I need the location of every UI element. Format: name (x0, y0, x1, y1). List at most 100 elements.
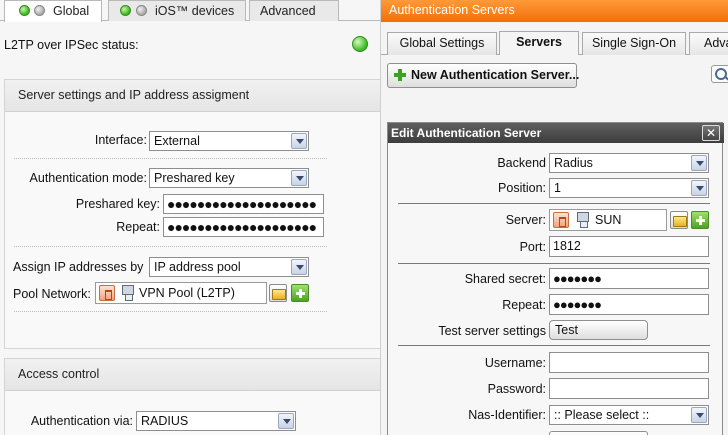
assign-ip-select[interactable]: IP address pool (149, 257, 309, 277)
status-grey-icon (136, 5, 147, 16)
status-green-icon (19, 5, 30, 16)
tab-global[interactable]: Global (4, 0, 102, 22)
close-icon[interactable]: ✕ (702, 125, 720, 141)
tab-ios-devices[interactable]: iOS™ devices (108, 0, 246, 21)
partial-button[interactable] (549, 431, 648, 435)
interface-value: External (154, 134, 200, 148)
new-auth-server-label: New Authentication Server... (411, 68, 580, 82)
pool-network-value: VPN Pool (L2TP) (139, 286, 235, 300)
folder-icon[interactable] (269, 284, 287, 302)
server-settings-section: Server settings and IP address assigment… (4, 79, 380, 349)
tab-advanced[interactable]: Advanced (249, 0, 339, 21)
status-grey-icon (34, 5, 45, 16)
edit-auth-server-dialog: Edit Authentication Server ✕ Backend Rad… (387, 122, 724, 435)
add-icon[interactable] (291, 284, 309, 302)
divider (398, 345, 710, 346)
nas-identifier-select[interactable]: :: Please select :: (549, 405, 709, 425)
tab-global-label: Global (53, 4, 90, 18)
nas-identifier-label: Nas-Identifier: (468, 408, 546, 422)
trash-icon[interactable] (553, 212, 569, 228)
test-server-label: Test server settings (438, 324, 546, 338)
l2tp-status-label: L2TP over IPSec status: (4, 38, 139, 52)
chevron-down-icon (291, 133, 307, 149)
position-label: Position: (498, 181, 546, 195)
add-icon[interactable] (691, 211, 709, 229)
divider (14, 158, 327, 159)
username-label: Username: (484, 356, 546, 370)
tab-advanced-label: Advanced (260, 4, 316, 18)
access-control-title: Access control (5, 359, 380, 391)
assign-ip-label: Assign IP addresses by (13, 260, 144, 274)
auth-servers-pane: Authentication Servers Global Settings S… (380, 0, 728, 435)
backend-label: Backend (497, 156, 546, 170)
left-tab-bar: Global iOS™ devices Advanced (0, 0, 380, 22)
right-tab-bar: Global Settings Servers Single Sign-On A… (381, 31, 728, 55)
tab-servers[interactable]: Servers (499, 31, 579, 55)
server-label: Server: (505, 213, 546, 227)
pool-network-box[interactable]: VPN Pool (L2TP) (95, 282, 267, 304)
plus-icon (394, 69, 406, 81)
assign-ip-value: IP address pool (154, 260, 241, 274)
repeat-key-field[interactable]: ●●●●●●●●●●●●●●●●●●●● (163, 217, 324, 237)
username-input[interactable] (549, 352, 709, 373)
chevron-down-icon (291, 170, 307, 186)
server-box[interactable]: SUN (549, 209, 667, 231)
tab-single-sign-on[interactable]: Single Sign-On (582, 32, 686, 55)
interface-label: Interface: (94, 133, 147, 147)
network-icon (120, 285, 136, 301)
password-label: Password: (487, 382, 546, 396)
shared-secret-value: ●●●●●●● (553, 271, 602, 286)
backend-select[interactable]: Radius (549, 153, 709, 173)
server-icon (575, 212, 591, 228)
auth-via-value: RADIUS (141, 414, 189, 428)
access-control-section: Access control Authentication via: RADIU… (4, 358, 380, 435)
chevron-down-icon (291, 259, 307, 275)
chevron-down-icon (691, 407, 707, 423)
port-input[interactable]: 1812 (549, 236, 709, 257)
tab-global-settings[interactable]: Global Settings (387, 32, 497, 55)
repeat-key-value: ●●●●●●●●●●●●●●●●●●●● (167, 219, 317, 235)
chevron-down-icon (278, 413, 294, 429)
divider (398, 203, 710, 204)
status-indicator-icon (352, 36, 368, 52)
auth-servers-title: Authentication Servers (381, 0, 728, 22)
repeat-secret-value: ●●●●●●● (553, 297, 602, 312)
pool-network-label: Pool Network: (13, 287, 91, 301)
dialog-title: Edit Authentication Server (388, 123, 724, 143)
repeat-secret-field[interactable]: ●●●●●●● (549, 294, 709, 315)
auth-via-select[interactable]: RADIUS (136, 411, 296, 431)
l2tp-settings-pane: Global iOS™ devices Advanced L2TP over I… (0, 0, 380, 435)
tab-advanced[interactable]: Adva (689, 32, 728, 55)
position-value: 1 (554, 181, 561, 195)
test-button[interactable]: Test (549, 320, 648, 340)
folder-icon[interactable] (670, 211, 688, 229)
chevron-down-icon (691, 180, 707, 196)
nas-identifier-value: :: Please select :: (554, 408, 650, 422)
backend-value: Radius (554, 156, 593, 170)
password-input[interactable] (549, 378, 709, 399)
status-green-icon (120, 5, 131, 16)
port-label: Port: (519, 240, 546, 254)
interface-select[interactable]: External (149, 131, 309, 151)
chevron-down-icon (691, 155, 707, 171)
repeat-label: Repeat: (116, 220, 160, 234)
shared-secret-field[interactable]: ●●●●●●● (549, 268, 709, 289)
server-settings-title: Server settings and IP address assigment (5, 80, 380, 112)
position-select[interactable]: 1 (549, 178, 709, 198)
auth-via-label: Authentication via: (30, 414, 133, 428)
preshared-key-label: Preshared key: (75, 197, 160, 211)
shared-secret-label: Shared secret: (464, 272, 546, 286)
server-value: SUN (595, 213, 622, 227)
tab-ios-label: iOS™ devices (155, 4, 235, 18)
search-icon[interactable] (711, 65, 728, 83)
divider (14, 311, 327, 312)
divider (14, 246, 327, 247)
repeat-secret-label: Repeat: (502, 298, 546, 312)
preshared-key-field[interactable]: ●●●●●●●●●●●●●●●●●●●● (163, 194, 324, 214)
auth-mode-value: Preshared key (154, 171, 235, 185)
preshared-key-value: ●●●●●●●●●●●●●●●●●●●● (167, 196, 317, 212)
trash-icon[interactable] (99, 285, 115, 301)
auth-mode-label: Authentication mode: (29, 171, 147, 185)
new-auth-server-button[interactable]: New Authentication Server... (387, 63, 580, 88)
auth-mode-select[interactable]: Preshared key (149, 168, 309, 188)
